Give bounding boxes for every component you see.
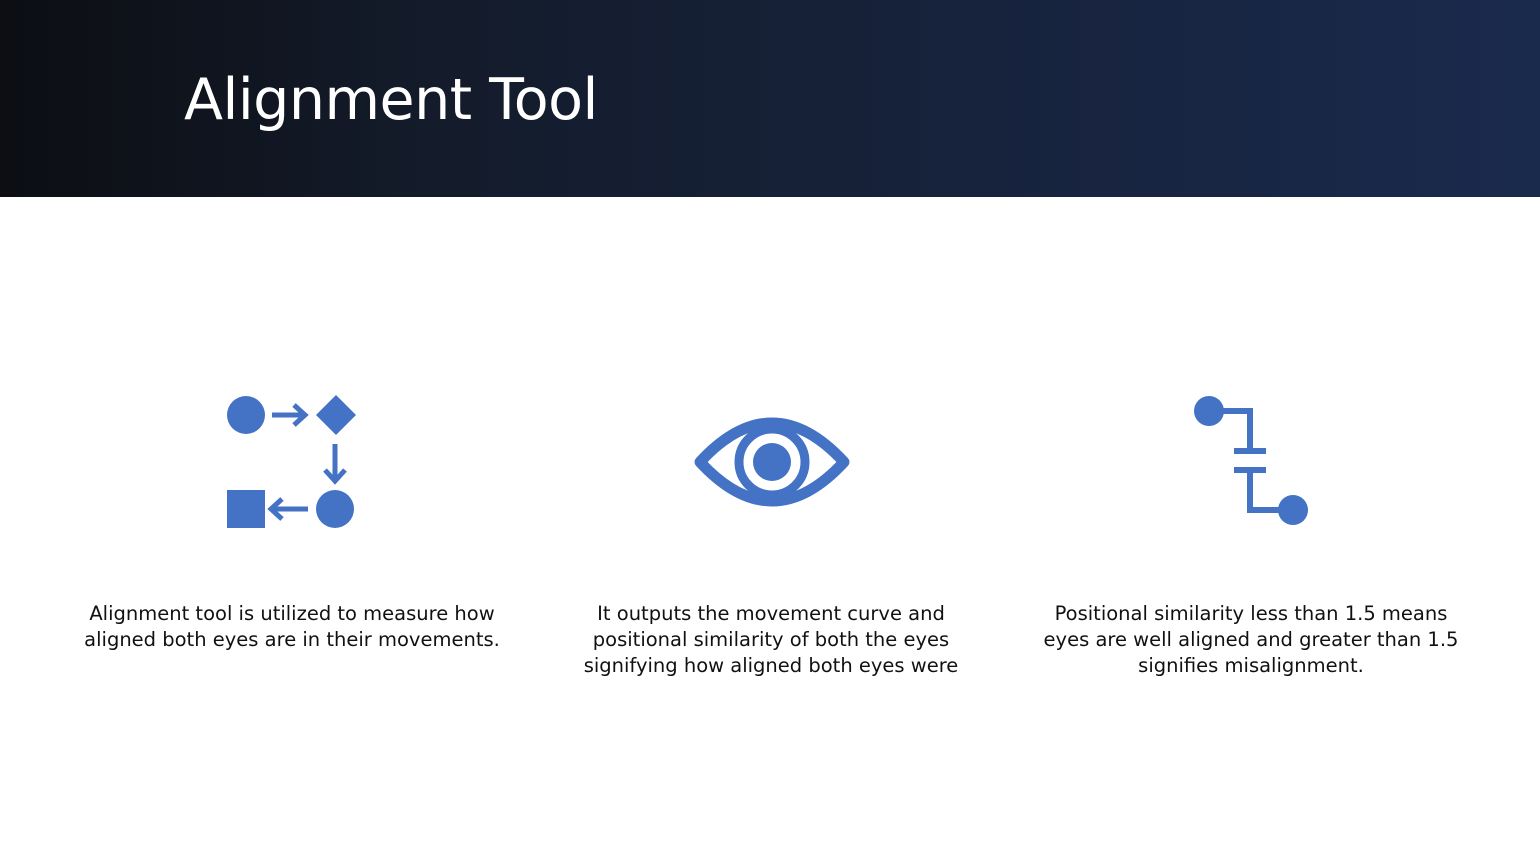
- connector-path-icon: [1190, 392, 1314, 530]
- slide: Alignment Tool Alignment tool is utilize…: [0, 0, 1540, 864]
- slide-title: Alignment Tool: [184, 67, 598, 133]
- caption-outputs: It outputs the movement curve and positi…: [583, 602, 959, 677]
- process-flow-icon: [222, 392, 362, 532]
- title-band: Alignment Tool: [0, 0, 1540, 197]
- eye-icon: [694, 412, 850, 510]
- caption-threshold: Positional similarity less than 1.5 mean…: [1043, 602, 1459, 677]
- caption-measure: Alignment tool is utilized to measure ho…: [84, 602, 500, 651]
